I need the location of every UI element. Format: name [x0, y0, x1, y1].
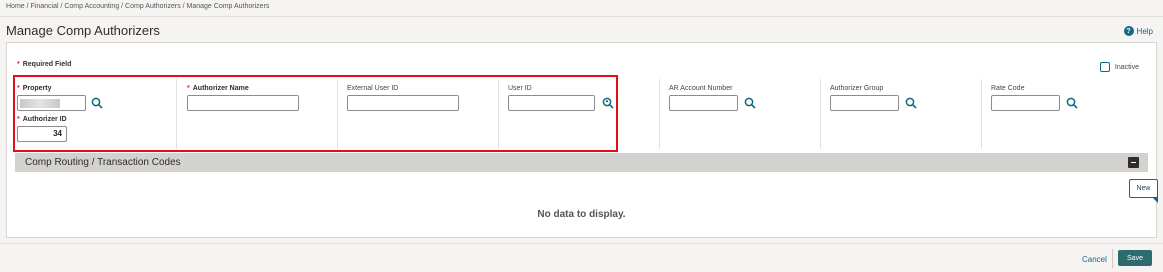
bottom-divider — [0, 243, 1163, 244]
column-divider — [337, 79, 338, 149]
inactive-checkbox[interactable]: Inactive — [1099, 62, 1139, 72]
cancel-button[interactable]: Cancel — [1082, 255, 1107, 264]
rate-code-label: Rate Code — [991, 85, 1025, 92]
ar-account-search-icon[interactable] — [744, 97, 756, 109]
user-id-label: User ID — [508, 85, 532, 92]
column-divider — [981, 79, 982, 149]
external-user-id-label: External User ID — [347, 85, 399, 92]
rate-code-search-icon[interactable] — [1066, 97, 1078, 109]
external-user-id-input[interactable] — [347, 95, 459, 111]
column-divider — [820, 79, 821, 149]
column-divider — [498, 79, 499, 149]
section-title: Comp Routing / Transaction Codes — [25, 157, 181, 168]
rate-code-field: Rate Code — [991, 85, 1060, 111]
column-divider — [176, 79, 177, 149]
property-label: * Property — [17, 85, 52, 92]
rate-code-input[interactable] — [991, 95, 1060, 111]
property-input[interactable] — [17, 95, 86, 111]
collapse-icon[interactable] — [1128, 157, 1139, 168]
checkbox-icon[interactable] — [1099, 62, 1110, 72]
help-icon: ? — [1123, 26, 1134, 36]
external-user-id-field: External User ID — [347, 85, 459, 111]
help-label: Help — [1136, 26, 1153, 36]
save-button[interactable]: Save — [1118, 250, 1152, 266]
search-panel: * Required Field Inactive * Property * Auth… — [6, 42, 1157, 238]
help-link[interactable]: ? Help — [1123, 26, 1153, 36]
section-header[interactable]: Comp Routing / Transaction Codes — [15, 153, 1148, 172]
authorizer-group-input[interactable] — [830, 95, 899, 111]
page-title: Manage Comp Authorizers — [6, 23, 160, 38]
user-id-input[interactable] — [508, 95, 595, 111]
authorizer-name-label: * Authorizer Name — [187, 85, 249, 92]
ar-account-number-field: AR Account Number — [669, 85, 738, 111]
authorizer-group-search-icon[interactable] — [905, 97, 917, 109]
authorizer-group-field: Authorizer Group — [830, 85, 899, 111]
top-divider — [0, 16, 1163, 17]
property-field: * Property — [17, 85, 86, 111]
masked-value — [20, 99, 60, 108]
authorizer-name-field: * Authorizer Name — [187, 85, 299, 111]
authorizer-name-input[interactable] — [187, 95, 299, 111]
inactive-label: Inactive — [1114, 63, 1139, 71]
authorizer-id-field: * Authorizer ID 34 — [17, 116, 67, 142]
button-separator — [1112, 249, 1113, 268]
no-data-message: No data to display. — [537, 209, 626, 220]
column-divider — [659, 79, 660, 149]
required-star-icon: * — [17, 61, 20, 68]
user-id-field: User ID — [508, 85, 595, 111]
authorizer-id-label: * Authorizer ID — [17, 116, 67, 123]
property-search-icon[interactable] — [91, 97, 103, 109]
ar-account-number-label: AR Account Number — [669, 85, 733, 92]
ar-account-number-input[interactable] — [669, 95, 738, 111]
new-button[interactable]: New — [1129, 179, 1158, 203]
user-search-icon[interactable] — [602, 97, 614, 109]
breadcrumb: Home / Financial / Comp Accounting / Com… — [6, 3, 270, 10]
authorizer-id-input[interactable]: 34 — [17, 126, 67, 142]
required-note: * Required Field — [17, 61, 72, 68]
authorizer-group-label: Authorizer Group — [830, 85, 884, 92]
